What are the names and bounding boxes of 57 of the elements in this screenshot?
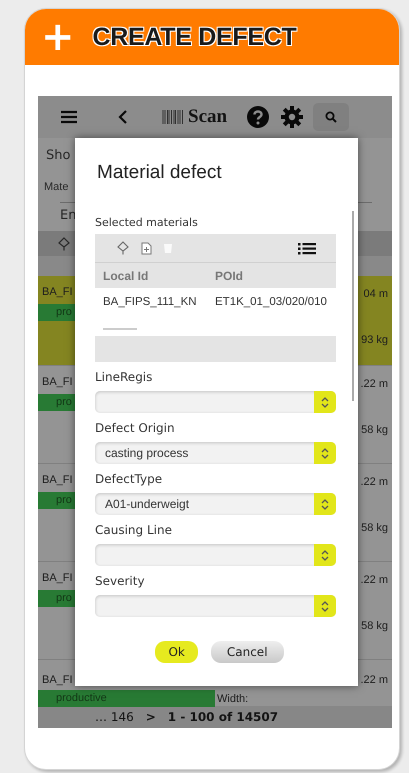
cancel-button[interactable]: Cancel [210, 641, 284, 663]
page-title: CREATE DEFECT [92, 22, 296, 52]
weight-value: 58 kg [361, 424, 388, 436]
dropdown-toggle-icon[interactable] [319, 548, 331, 562]
help-icon[interactable] [247, 106, 270, 128]
column-header[interactable]: POId [215, 268, 336, 282]
length-value: .22 m [360, 574, 388, 586]
length-value: .22 m [360, 378, 388, 390]
material-id: BA_FI [42, 674, 73, 688]
dropdown-field[interactable]: casting process [95, 442, 336, 464]
dialog-title: Material defect [97, 162, 222, 184]
dropdown-toggle-icon[interactable] [319, 600, 331, 612]
length-value: 04 m [364, 288, 388, 300]
menu-icon[interactable] [60, 110, 78, 124]
field-label: LineRegis [95, 370, 154, 386]
barcode-icon[interactable] [162, 110, 184, 124]
dropdown-field[interactable]: A01-underweigt [95, 493, 336, 515]
next-page-link[interactable]: > [146, 710, 156, 724]
weight-value: 93 kg [361, 334, 388, 346]
width-label: Width: [217, 692, 248, 704]
table-cell-text: ET1K_01_03/020/010 [215, 296, 328, 310]
scrollbar[interactable] [352, 211, 354, 401]
scan-label[interactable]: Scan [188, 106, 228, 128]
back-chevron-icon[interactable] [118, 109, 128, 125]
column-header[interactable]: Local Id [103, 268, 215, 282]
add-document-icon[interactable] [141, 242, 152, 254]
field-label: Defect Origin [95, 421, 176, 437]
field-label: Severity [95, 574, 146, 590]
search-icon[interactable] [325, 111, 338, 123]
dropdown-field[interactable] [95, 544, 336, 566]
length-value: .22 m [360, 674, 388, 686]
status-bar: productive [38, 690, 215, 707]
dropdown-field[interactable] [95, 595, 336, 617]
search-button[interactable] [313, 103, 350, 131]
weight-value: 58 kg [361, 522, 388, 534]
page-link[interactable]: … 146 [95, 710, 134, 724]
material-id: BA_FI [42, 474, 73, 488]
field-label: Causing Line [95, 523, 173, 539]
field-label: DefectType [95, 472, 164, 488]
list-icon[interactable] [298, 242, 316, 254]
section-label: Sho [46, 148, 70, 163]
dropdown-field[interactable] [95, 391, 336, 413]
ok-button[interactable]: Ok [155, 641, 198, 663]
dropdown-toggle-icon[interactable] [319, 498, 331, 510]
filter-icon[interactable] [117, 241, 129, 255]
table-row[interactable]: BA_FIPS_111_KN ET1K_01_03/020/010 [95, 288, 336, 336]
page-range: 1 - 100 of 14507 [168, 710, 278, 724]
section-label: Selected materials [95, 216, 199, 229]
filter-icon[interactable] [58, 236, 70, 250]
dropdown-toggle-icon[interactable] [319, 446, 331, 460]
length-value: .22 m [360, 476, 388, 488]
material-id: BA_FI [42, 572, 73, 586]
dropdown-toggle-icon[interactable] [319, 396, 331, 408]
material-id: BA_FI [42, 376, 73, 390]
weight-value: 58 kg [361, 620, 388, 632]
field-label: Mate [44, 181, 68, 193]
material-id: BA_FI [42, 286, 73, 300]
